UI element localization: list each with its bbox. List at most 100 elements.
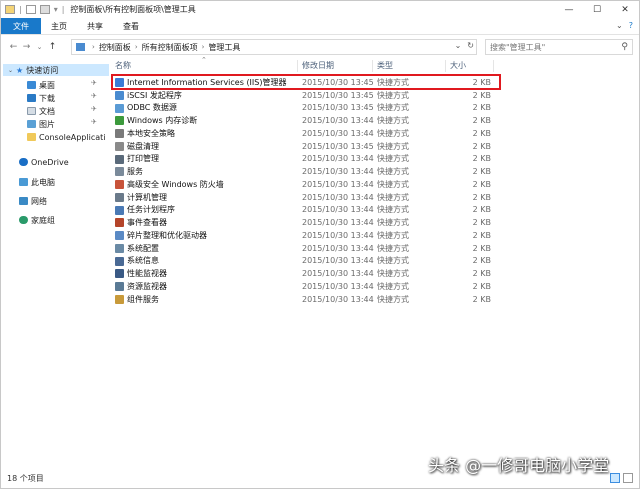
folder-icon[interactable]	[5, 5, 15, 14]
file-date: 2015/10/30 13:44	[302, 294, 374, 304]
nav-item-documents[interactable]: 文档	[27, 105, 55, 117]
file-date: 2015/10/30 13:45	[302, 141, 374, 151]
chevron-right-icon[interactable]: ›	[202, 43, 205, 51]
properties-icon[interactable]	[25, 5, 36, 14]
table-row[interactable]: 服务 2015/10/30 13:44 快捷方式 2 KB	[109, 165, 509, 178]
desktop-icon	[27, 81, 36, 89]
file-date: 2015/10/30 13:44	[302, 116, 374, 126]
pin-icon[interactable]: ✈	[91, 92, 97, 100]
table-row[interactable]: 组件服务 2015/10/30 13:44 快捷方式 2 KB	[109, 293, 509, 306]
search-icon: ⚲	[621, 42, 628, 52]
ribbon-controls: ⌄ ?	[616, 21, 633, 30]
customize-icon[interactable]: ▾	[54, 5, 58, 14]
table-row[interactable]: 资源监视器 2015/10/30 13:44 快捷方式 2 KB	[109, 280, 509, 293]
recent-dropdown-icon[interactable]: ⌄	[33, 43, 46, 51]
maximize-button[interactable]: ☐	[583, 1, 611, 18]
view-switcher	[610, 473, 633, 483]
table-row[interactable]: 性能监视器 2015/10/30 13:44 快捷方式 2 KB	[109, 267, 509, 280]
file-name: 资源监视器	[127, 281, 167, 291]
help-icon[interactable]: ?	[629, 21, 633, 30]
new-folder-icon[interactable]	[39, 5, 50, 14]
tab-home[interactable]: 主页	[41, 18, 77, 34]
file-name: iSCSI 发起程序	[127, 90, 182, 100]
explorer-window: | ▾ | 控制面板\所有控制面板项\管理工具 — ☐ ✕ 文件 主页 共享 查…	[0, 0, 640, 489]
table-row[interactable]: 系统信息 2015/10/30 13:44 快捷方式 2 KB	[109, 255, 509, 268]
chevron-right-icon[interactable]: ›	[92, 43, 95, 51]
file-size: 2 KB	[472, 90, 491, 100]
window-controls: — ☐ ✕	[555, 1, 639, 18]
file-date: 2015/10/30 13:44	[302, 230, 374, 240]
shortcut-icon	[115, 231, 124, 240]
table-row[interactable]: Windows 内存诊断 2015/10/30 13:44 快捷方式 2 KB	[109, 114, 509, 127]
table-row[interactable]: 碎片整理和优化驱动器 2015/10/30 13:44 快捷方式 2 KB	[109, 229, 509, 242]
minimize-button[interactable]: —	[555, 1, 583, 18]
table-row[interactable]: iSCSI 发起程序 2015/10/30 13:45 快捷方式 2 KB	[109, 89, 509, 102]
file-name: 系统信息	[127, 256, 159, 266]
chevron-down-icon[interactable]: ⌄	[455, 41, 462, 50]
nav-this-pc-label: 此电脑	[31, 177, 55, 187]
column-header-name[interactable]: 名称	[115, 60, 131, 72]
column-divider[interactable]	[445, 60, 446, 72]
details-view-icon[interactable]	[610, 473, 620, 483]
column-divider[interactable]	[372, 60, 373, 72]
chevron-right-icon[interactable]: ›	[135, 43, 138, 51]
breadcrumb-admin-tools[interactable]: 管理工具	[208, 42, 240, 53]
nav-item-pictures[interactable]: 图片	[27, 118, 55, 130]
up-icon[interactable]: ↑	[46, 42, 59, 52]
table-row[interactable]: 本地安全策略 2015/10/30 13:44 快捷方式 2 KB	[109, 127, 509, 140]
nav-homegroup[interactable]: 家庭组	[19, 214, 55, 226]
file-type: 快捷方式	[377, 103, 409, 113]
file-date: 2015/10/30 13:44	[302, 192, 374, 202]
nav-quick-access[interactable]: ⌄ ★ 快速访问	[3, 64, 109, 76]
file-type: 快捷方式	[377, 128, 409, 138]
column-divider[interactable]	[297, 60, 298, 72]
table-row[interactable]: 系统配置 2015/10/30 13:44 快捷方式 2 KB	[109, 242, 509, 255]
table-row[interactable]: ODBC 数据源 2015/10/30 13:45 快捷方式 2 KB	[109, 102, 509, 115]
forward-icon[interactable]: →	[20, 42, 33, 52]
file-name: 本地安全策略	[127, 128, 175, 138]
file-size: 2 KB	[472, 269, 491, 279]
pin-icon[interactable]: ✈	[91, 105, 97, 113]
nav-item-downloads[interactable]: 下载	[27, 92, 55, 104]
nav-this-pc[interactable]: 此电脑	[19, 176, 55, 188]
tab-view[interactable]: 查看	[113, 18, 149, 34]
file-date: 2015/10/30 13:44	[302, 269, 374, 279]
nav-network[interactable]: 网络	[19, 195, 47, 207]
picture-icon	[27, 120, 36, 128]
breadcrumb-all-items[interactable]: 所有控制面板项	[142, 42, 198, 53]
file-type: 快捷方式	[377, 154, 409, 164]
column-header-date[interactable]: 修改日期	[302, 60, 334, 72]
column-header-type[interactable]: 类型	[377, 60, 393, 72]
separator-icon: |	[19, 5, 22, 14]
search-input[interactable]: 搜索"管理工具" ⚲	[485, 39, 633, 55]
table-row[interactable]: 事件查看器 2015/10/30 13:44 快捷方式 2 KB	[109, 216, 509, 229]
table-row[interactable]: 任务计划程序 2015/10/30 13:44 快捷方式 2 KB	[109, 204, 509, 217]
column-divider[interactable]	[493, 60, 494, 72]
chevron-down-icon[interactable]: ⌄	[616, 21, 623, 30]
address-bar[interactable]: › 控制面板 › 所有控制面板项 › 管理工具 ⌄ ↻	[71, 39, 477, 55]
nav-onedrive-label: OneDrive	[31, 157, 69, 167]
file-type: 快捷方式	[377, 294, 409, 304]
nav-item-console-application[interactable]: ConsoleApplicati	[27, 131, 106, 143]
table-row[interactable]: 计算机管理 2015/10/30 13:44 快捷方式 2 KB	[109, 191, 509, 204]
file-size: 2 KB	[472, 218, 491, 228]
breadcrumb-control-panel[interactable]: 控制面板	[99, 42, 131, 53]
expand-icon[interactable]: ⌄	[8, 67, 13, 74]
column-header-size[interactable]: 大小	[450, 60, 466, 72]
back-icon[interactable]: ←	[7, 42, 20, 52]
shortcut-icon	[115, 90, 124, 100]
nav-item-desktop[interactable]: 桌面	[27, 79, 55, 91]
large-icons-view-icon[interactable]	[623, 473, 633, 483]
pin-icon[interactable]: ✈	[91, 118, 97, 126]
tab-file[interactable]: 文件	[1, 18, 41, 34]
table-row[interactable]: 高级安全 Windows 防火墙 2015/10/30 13:44 快捷方式 2 KB	[109, 178, 509, 191]
table-row[interactable]: 磁盘清理 2015/10/30 13:45 快捷方式 2 KB	[109, 140, 509, 153]
pin-icon[interactable]: ✈	[91, 79, 97, 87]
file-name: 事件查看器	[127, 218, 167, 228]
nav-onedrive[interactable]: OneDrive	[19, 156, 69, 168]
refresh-icon[interactable]: ↻	[467, 41, 474, 50]
title-bar: | ▾ | 控制面板\所有控制面板项\管理工具 — ☐ ✕	[1, 1, 639, 18]
close-button[interactable]: ✕	[611, 1, 639, 18]
tab-share[interactable]: 共享	[77, 18, 113, 34]
table-row[interactable]: 打印管理 2015/10/30 13:44 快捷方式 2 KB	[109, 153, 509, 166]
